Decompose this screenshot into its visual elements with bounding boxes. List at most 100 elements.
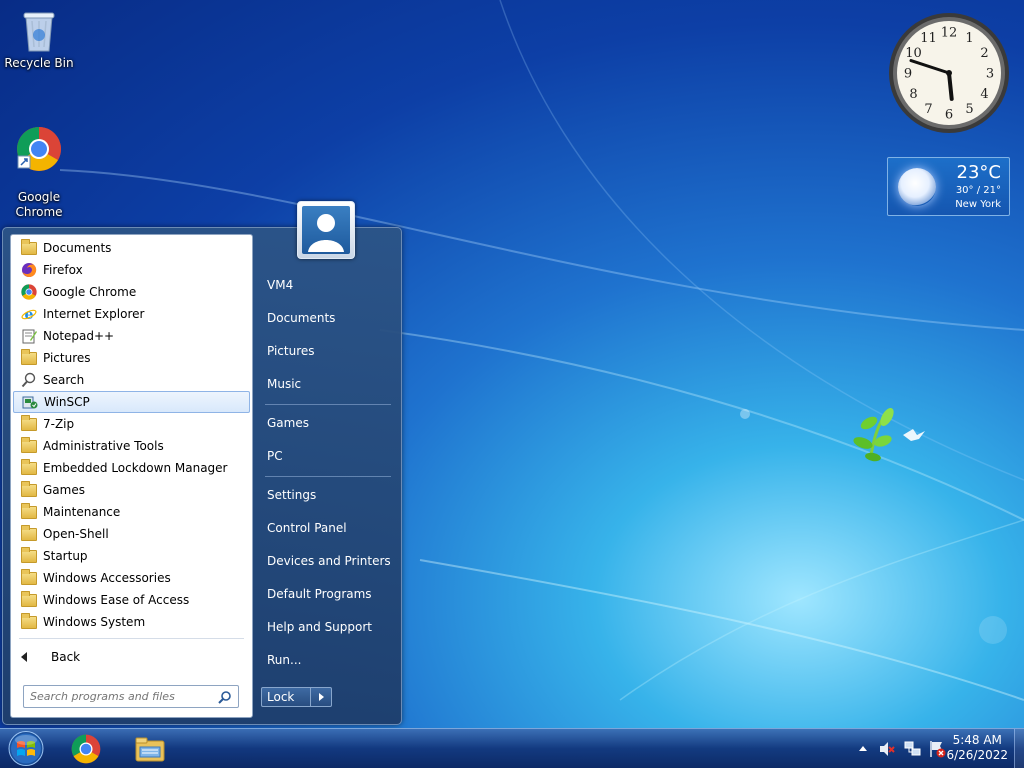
moon-icon (898, 168, 936, 206)
right-item-user[interactable]: VM4 (259, 272, 395, 298)
search-box[interactable] (23, 685, 239, 708)
right-item-pc[interactable]: PC (259, 443, 395, 469)
taskbar-date: 6/26/2022 (946, 748, 1008, 762)
program-label: Administrative Tools (43, 439, 164, 453)
show-hidden-icons-arrow[interactable] (858, 744, 868, 752)
back-button[interactable]: Back (13, 645, 250, 669)
program-item-games[interactable]: Games (13, 479, 250, 501)
right-item-documents[interactable]: Documents (259, 305, 395, 331)
program-item-search[interactable]: Search (13, 369, 250, 391)
program-item-documents[interactable]: Documents (13, 237, 250, 259)
right-item-label: Documents (267, 311, 336, 325)
program-label: Open-Shell (43, 527, 109, 541)
clock-number: 5 (965, 102, 973, 117)
taskbar-file-explorer[interactable] (122, 731, 178, 767)
program-label: Startup (43, 549, 88, 563)
chrome-icon (17, 127, 61, 171)
folder-icon (21, 348, 37, 365)
taskbar-clock[interactable]: 5:48 AM 6/26/2022 (946, 733, 1008, 763)
right-item-label: PC (267, 449, 283, 463)
program-item-startup[interactable]: Startup (13, 545, 250, 567)
program-label: Google Chrome (43, 285, 137, 299)
clock-number: 10 (905, 46, 922, 61)
network-icon[interactable] (904, 740, 922, 758)
lock-options-button[interactable] (311, 687, 332, 707)
program-item-administrative-tools[interactable]: Administrative Tools (13, 435, 250, 457)
clock-number: 6 (945, 108, 953, 123)
clock-gadget[interactable]: 12 12 3 45678 9 1011 (887, 11, 1011, 135)
right-item-control-panel[interactable]: Control Panel (259, 515, 395, 541)
program-item-windows-system[interactable]: Windows System (13, 611, 250, 633)
program-item-google-chrome[interactable]: Google Chrome (13, 281, 250, 303)
firefox-icon (21, 262, 37, 278)
taskbar: 5:48 AM 6/26/2022 (0, 728, 1024, 768)
program-label: 7-Zip (43, 417, 75, 431)
program-item-notepad[interactable]: Notepad++ (13, 325, 250, 347)
right-item-default-programs[interactable]: Default Programs (259, 581, 395, 607)
program-item-windows-accessories[interactable]: Windows Accessories (13, 567, 250, 589)
desktop-icon-label: Google Chrome (15, 190, 63, 219)
folder-icon (21, 238, 37, 255)
back-arrow-icon (21, 652, 27, 662)
program-item-internet-explorer[interactable]: e Internet Explorer (13, 303, 250, 325)
notepadpp-icon (21, 328, 37, 344)
weather-range: 30° / 21° (955, 185, 1001, 196)
search-icon (21, 372, 37, 388)
lock-button[interactable]: Lock (261, 687, 311, 707)
program-label: Windows Accessories (43, 571, 171, 585)
right-item-devices-printers[interactable]: Devices and Printers (259, 548, 395, 574)
weather-temperature: 23°C (956, 162, 1001, 183)
weather-city: New York (955, 199, 1001, 210)
system-tray: 5:48 AM 6/26/2022 (854, 729, 1024, 768)
right-item-label: Control Panel (267, 521, 347, 535)
right-item-games[interactable]: Games (259, 410, 395, 436)
right-item-label: Games (267, 416, 309, 430)
program-label: Games (43, 483, 85, 497)
volume-muted-icon[interactable] (878, 740, 896, 758)
clock-number: 8 (909, 87, 917, 102)
program-item-firefox[interactable]: Firefox (13, 259, 250, 281)
folder-icon (21, 414, 37, 431)
taskbar-chrome[interactable] (58, 731, 114, 767)
right-item-label: Settings (267, 488, 317, 502)
program-label: Embedded Lockdown Manager (43, 461, 228, 475)
weather-gadget[interactable]: 23°C 30° / 21° New York (887, 157, 1010, 216)
right-item-help-support[interactable]: Help and Support (259, 614, 395, 640)
program-item-pictures[interactable]: Pictures (13, 347, 250, 369)
program-item-embedded-lockdown-manager[interactable]: Embedded Lockdown Manager (13, 457, 250, 479)
search-icon[interactable] (218, 690, 232, 704)
right-item-label: Pictures (267, 344, 315, 358)
clock-number: 11 (920, 31, 937, 46)
file-explorer-icon (135, 737, 165, 762)
search-input[interactable] (30, 690, 210, 703)
start-button[interactable] (6, 730, 46, 767)
show-desktop-button[interactable] (1014, 729, 1024, 768)
program-item-winscp[interactable]: WinSCP (13, 391, 250, 413)
programs-list: Documents Firefox Google Chrome e Internet E… (10, 234, 253, 718)
program-item-windows-ease-of-access[interactable]: Windows Ease of Access (13, 589, 250, 611)
desktop-icon-recycle-bin[interactable]: Recycle Bin (1, 7, 77, 71)
user-picture[interactable] (297, 201, 355, 259)
clock-number: 9 (904, 67, 912, 82)
desktop-icon-google-chrome[interactable]: Google Chrome (1, 111, 77, 220)
program-label: Pictures (43, 351, 91, 365)
clock-number: 1 (965, 31, 973, 46)
right-item-label: Devices and Printers (267, 554, 391, 568)
folder-icon (21, 458, 37, 475)
program-label: Windows Ease of Access (43, 593, 190, 607)
right-item-music[interactable]: Music (259, 371, 395, 397)
program-item-7-zip[interactable]: 7-Zip (13, 413, 250, 435)
clock-number: 7 (924, 102, 932, 117)
chrome-icon (21, 284, 37, 300)
start-menu: Documents Firefox Google Chrome e Internet E… (2, 227, 402, 725)
right-item-settings[interactable]: Settings (259, 482, 395, 508)
right-item-pictures[interactable]: Pictures (259, 338, 395, 364)
right-item-label: Music (267, 377, 302, 391)
desktop-icon-label: Recycle Bin (4, 56, 74, 70)
action-center-flag-icon[interactable] (928, 740, 946, 758)
program-item-maintenance[interactable]: Maintenance (13, 501, 250, 523)
program-item-open-shell[interactable]: Open-Shell (13, 523, 250, 545)
program-label: Firefox (43, 263, 83, 277)
right-item-run[interactable]: Run... (259, 647, 395, 673)
program-label: Maintenance (43, 505, 121, 519)
